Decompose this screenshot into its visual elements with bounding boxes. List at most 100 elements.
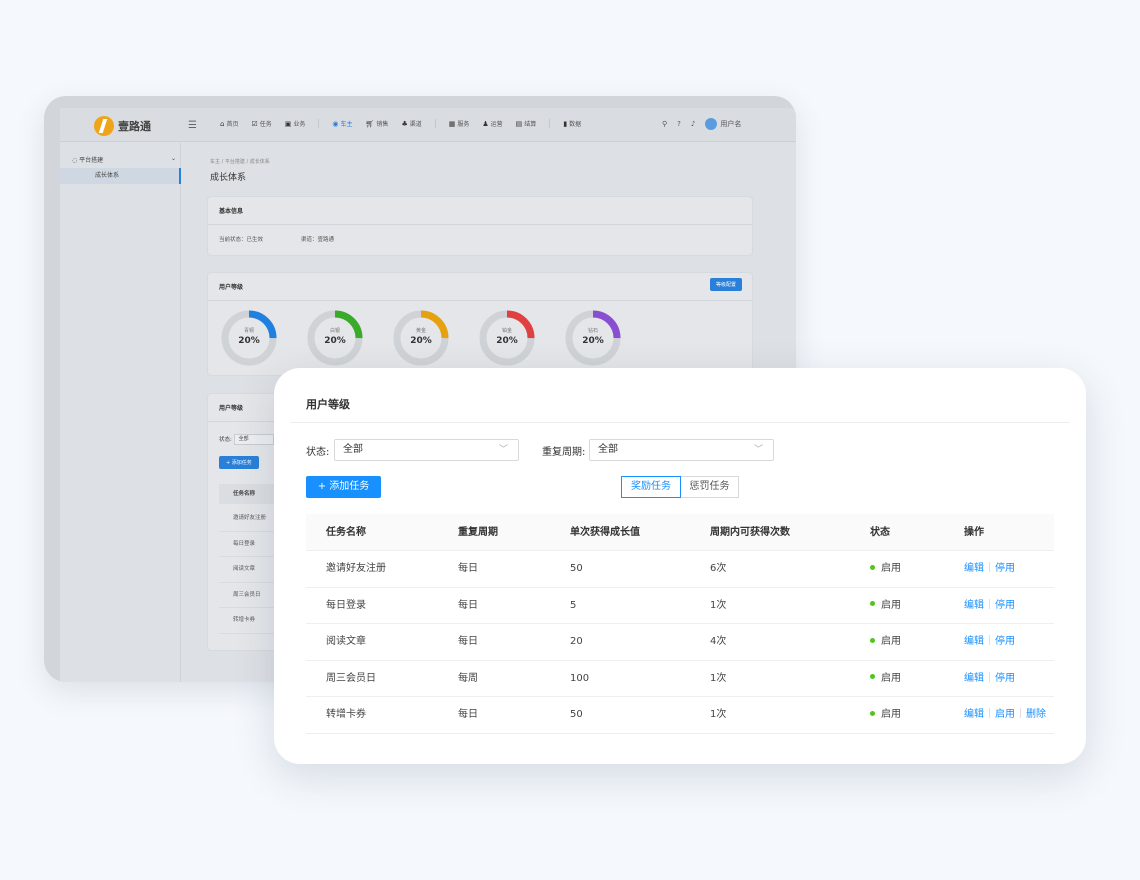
bell-icon[interactable]: ♪ bbox=[691, 120, 695, 128]
table-row: 阅读文章 每日 20 4次 启用 编辑 停用 bbox=[306, 624, 1054, 661]
level-config-button[interactable]: 等级配置 bbox=[709, 278, 742, 291]
disable-link[interactable]: 停用 bbox=[995, 673, 1015, 684]
chevron-down-icon: ⌄ bbox=[170, 155, 176, 162]
column-header-period: 重复周期 bbox=[458, 527, 498, 538]
row-actions: 编辑 停用 bbox=[964, 661, 1015, 697]
add-task-button[interactable]: + 添加任务 bbox=[219, 456, 259, 469]
status-text: 启用 bbox=[881, 636, 901, 647]
level-donuts: 青铜 20% 白银 20% 黄金 20% 铂金 20% 钻石 20% bbox=[220, 309, 622, 367]
status-text: 启用 bbox=[881, 672, 901, 684]
sidebar-group-platform[interactable]: ◌ 平台搭建 ⌄ bbox=[72, 155, 176, 164]
search-icon[interactable]: ⚲ bbox=[662, 120, 667, 128]
level-donut: 钻石 20% bbox=[564, 309, 622, 367]
disable-link[interactable]: 停用 bbox=[995, 563, 1015, 574]
cell-period: 每周 bbox=[458, 672, 478, 684]
edit-link[interactable]: 编辑 bbox=[964, 563, 984, 574]
disable-link[interactable]: 停用 bbox=[995, 600, 1015, 611]
list-item: 转增卡券 bbox=[219, 608, 279, 634]
cell-growth-value: 50 bbox=[570, 563, 583, 574]
edit-link[interactable]: 编辑 bbox=[964, 600, 984, 611]
nav-item-data[interactable]: ▮ 数据 bbox=[563, 119, 581, 128]
cell-period: 每日 bbox=[458, 709, 478, 720]
home-icon: ⌂ bbox=[220, 120, 225, 128]
list-item: 每日登录 bbox=[219, 532, 279, 557]
car-owner-icon: ◉ bbox=[332, 120, 339, 128]
level-donut: 铂金 20% bbox=[478, 309, 536, 367]
cell-times: 1次 bbox=[710, 709, 727, 720]
task-icon: ☑ bbox=[251, 120, 258, 128]
chevron-down-icon: ﹀ bbox=[753, 445, 763, 455]
bar-chart-icon: ▮ bbox=[563, 120, 568, 128]
cell-task-name: 邀请好友注册 bbox=[326, 563, 386, 574]
status-select[interactable]: 全部 ﹀ bbox=[334, 439, 519, 461]
sidebar: ◌ 平台搭建 ⌄ 成长体系 bbox=[60, 143, 181, 682]
period-select[interactable]: 全部 ﹀ bbox=[589, 439, 774, 461]
list-item: 阅读文章 bbox=[219, 557, 279, 583]
status-select[interactable]: 全部 bbox=[233, 434, 274, 445]
users-icon: ♟ bbox=[482, 120, 489, 128]
add-task-button[interactable]: + 添加任务 bbox=[306, 476, 381, 498]
nav-divider bbox=[318, 119, 320, 128]
nav-item-service[interactable]: ▦ 服务 bbox=[449, 119, 470, 128]
nav-item-sales[interactable]: 🛒︎ 销售 bbox=[366, 119, 389, 128]
action-divider bbox=[989, 635, 990, 645]
user-menu[interactable]: 用户名 bbox=[705, 118, 741, 130]
level-donut: 青铜 20% bbox=[220, 309, 278, 367]
nav-item-home[interactable]: ⌂ 首页 bbox=[220, 119, 238, 128]
edit-link[interactable]: 编辑 bbox=[964, 673, 984, 684]
nav-item-business[interactable]: ▣ 业务 bbox=[285, 119, 306, 128]
cell-period: 每日 bbox=[458, 636, 478, 647]
disable-link[interactable]: 停用 bbox=[995, 636, 1015, 647]
basic-info-panel: 基本信息 当前状态：已生效 渠道：壹路通 bbox=[207, 196, 753, 256]
nav-item-task[interactable]: ☑ 任务 bbox=[251, 119, 271, 128]
nav-divider bbox=[434, 119, 436, 128]
breadcrumb: 车主 / 平台搭建 / 成长体系 bbox=[210, 159, 270, 165]
main-nav: ⌂ 首页 ☑ 任务 ▣ 业务 ◉ 车主 🛒︎ 销售 ♣ 渠道 ▦ 服务 ♟ 运营 ▤ 结算 ▮ 数据 bbox=[220, 119, 581, 128]
tab-reward-tasks[interactable]: 奖励任务 bbox=[621, 476, 681, 498]
status-badge: 启用 bbox=[870, 697, 901, 733]
tab-penalty-tasks[interactable]: 惩罚任务 bbox=[680, 476, 739, 498]
nav-item-channel[interactable]: ♣ 渠道 bbox=[401, 119, 421, 128]
action-divider bbox=[989, 671, 990, 682]
brand-logo[interactable]: 壹路通 bbox=[94, 116, 151, 136]
row-actions: 编辑 停用 bbox=[964, 624, 1015, 660]
nav-item-car-owner[interactable]: ◉ 车主 bbox=[332, 119, 352, 128]
nav-item-settlement[interactable]: ▤ 结算 bbox=[516, 119, 537, 128]
channel-text: 渠道：壹路通 bbox=[301, 237, 335, 243]
menu-collapse-icon[interactable]: ☰ bbox=[188, 120, 197, 131]
cell-times: 1次 bbox=[710, 672, 727, 684]
action-divider bbox=[1020, 708, 1021, 718]
status-dot-icon bbox=[870, 564, 875, 570]
panel-title: 基本信息 bbox=[208, 197, 752, 225]
cell-growth-value: 50 bbox=[570, 709, 583, 720]
row-actions: 编辑 停用 bbox=[964, 588, 1015, 624]
cell-growth-value: 20 bbox=[570, 636, 583, 647]
level-name: 铂金 bbox=[501, 328, 512, 334]
column-header-name: 任务名称 bbox=[326, 527, 366, 538]
cell-times: 6次 bbox=[710, 563, 727, 574]
row-actions: 编辑 停用 bbox=[964, 551, 1015, 587]
status-badge: 启用 bbox=[870, 661, 901, 697]
action-divider bbox=[989, 708, 990, 718]
logo-text: 壹路通 bbox=[118, 119, 151, 133]
edit-link[interactable]: 编辑 bbox=[964, 709, 984, 720]
level-percent: 20% bbox=[496, 336, 518, 346]
logo-mark-icon bbox=[94, 116, 114, 136]
level-donut: 白银 20% bbox=[306, 309, 364, 367]
delete-link[interactable]: 删除 bbox=[1026, 709, 1046, 720]
status-dot-icon bbox=[870, 637, 875, 643]
table-row: 周三会员日 每周 100 1次 启用 编辑 停用 bbox=[306, 661, 1054, 697]
cell-task-name: 阅读文章 bbox=[326, 636, 366, 647]
nav-item-operations[interactable]: ♟ 运营 bbox=[482, 119, 502, 128]
cell-growth-value: 5 bbox=[570, 599, 577, 611]
status-badge: 启用 bbox=[870, 588, 901, 624]
cell-task-name: 每日登录 bbox=[326, 599, 366, 611]
table-header: 任务名称 重复周期 单次获得成长值 周期内可获得次数 状态 操作 bbox=[306, 514, 1054, 551]
cell-growth-value: 100 bbox=[570, 672, 590, 684]
sidebar-item-growth-system[interactable]: 成长体系 bbox=[60, 168, 181, 184]
status-badge: 启用 bbox=[870, 624, 901, 660]
help-icon[interactable]: ? bbox=[677, 120, 681, 128]
edit-link[interactable]: 编辑 bbox=[964, 636, 984, 647]
period-filter-label: 重复周期: bbox=[542, 447, 586, 458]
enable-link[interactable]: 启用 bbox=[995, 709, 1015, 720]
